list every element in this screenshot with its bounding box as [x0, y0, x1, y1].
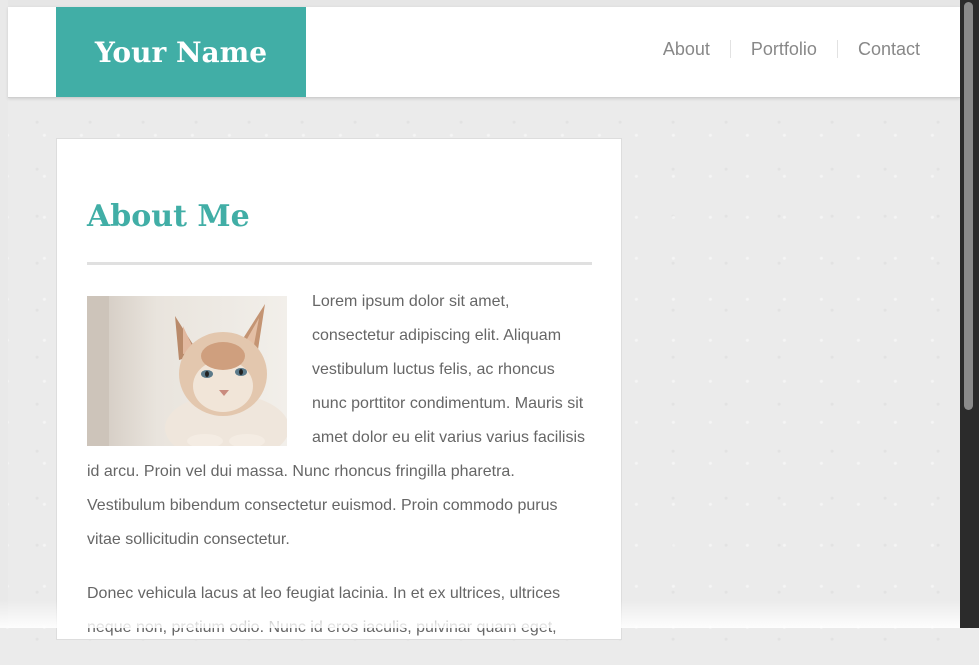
window-left-edge — [0, 0, 8, 628]
bottom-fade — [0, 600, 960, 628]
window-top-edge — [0, 0, 979, 7]
nav-portfolio-link[interactable]: Portfolio — [729, 40, 837, 58]
about-card: About Me Lorem ipsum dolor sit amet, con… — [56, 138, 622, 640]
page-title: About Me — [87, 199, 250, 234]
page-scrollbar[interactable] — [960, 0, 979, 628]
site-logo[interactable]: Your Name — [56, 7, 306, 97]
site-header: Your Name About Portfolio Contact — [8, 7, 960, 98]
main-nav: About Portfolio Contact — [643, 7, 920, 91]
cat-photo — [87, 296, 287, 446]
nav-contact-link[interactable]: Contact — [836, 40, 920, 58]
title-divider — [87, 262, 592, 265]
scrollbar-thumb[interactable] — [964, 2, 973, 410]
nav-about-link[interactable]: About — [643, 40, 730, 58]
